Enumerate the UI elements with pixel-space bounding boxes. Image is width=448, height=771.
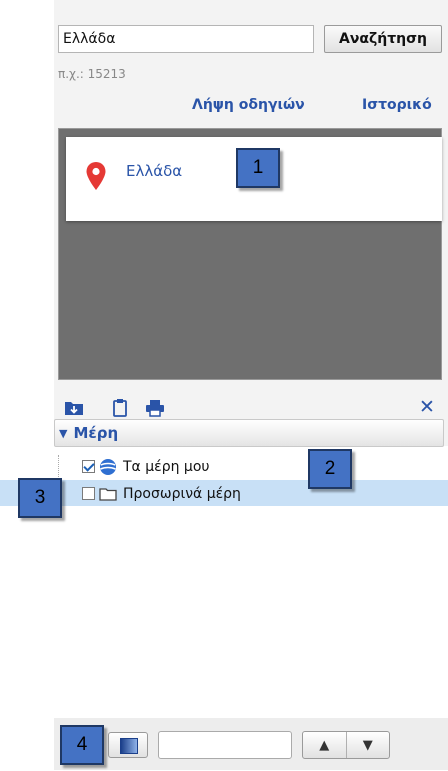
callout-marker-4: 4: [60, 725, 104, 765]
search-input[interactable]: [58, 25, 314, 53]
places-section-header[interactable]: ▼ Μέρη: [54, 419, 444, 447]
bottom-text-input[interactable]: [158, 731, 292, 759]
caret-down-icon: ▼: [59, 426, 68, 440]
print-icon[interactable]: [145, 398, 165, 418]
tree-item-label: Τα μέρη μου: [123, 458, 210, 475]
callout-marker-3: 3: [18, 478, 62, 518]
arrow-down-icon[interactable]: ▼: [345, 732, 390, 758]
navigation-button-group: ▲ ▼: [302, 731, 390, 759]
callout-marker-1: 1: [236, 148, 280, 188]
temporary-places-checkbox[interactable]: [82, 487, 95, 500]
folder-icon: [99, 487, 117, 501]
tree-item-temporary-places[interactable]: Προσωρινά μέρη: [82, 481, 241, 506]
history-link[interactable]: Ιστορικό: [362, 97, 432, 113]
search-result-label[interactable]: Ελλάδα: [126, 162, 182, 180]
save-to-folder-icon[interactable]: [64, 398, 84, 418]
panel-layout-icon: [120, 738, 138, 754]
callout-marker-2: 2: [308, 449, 352, 489]
map-pin-icon: [86, 162, 106, 190]
search-button[interactable]: Αναζήτηση: [324, 25, 442, 53]
copy-icon[interactable]: [110, 398, 130, 418]
layout-toggle-button[interactable]: [108, 732, 148, 758]
example-hint: π.χ.: 15213: [58, 67, 126, 81]
get-directions-link[interactable]: Λήψη οδηγιών: [192, 97, 305, 113]
close-icon[interactable]: ✕: [419, 397, 435, 417]
tree-item-my-places[interactable]: Τα μέρη μου: [82, 454, 210, 479]
arrow-up-icon[interactable]: ▲: [303, 732, 346, 758]
my-places-checkbox[interactable]: [82, 460, 95, 473]
places-header-label: Μέρη: [73, 424, 119, 442]
globe-icon: [100, 458, 116, 475]
tree-item-label: Προσωρινά μέρη: [123, 485, 241, 502]
